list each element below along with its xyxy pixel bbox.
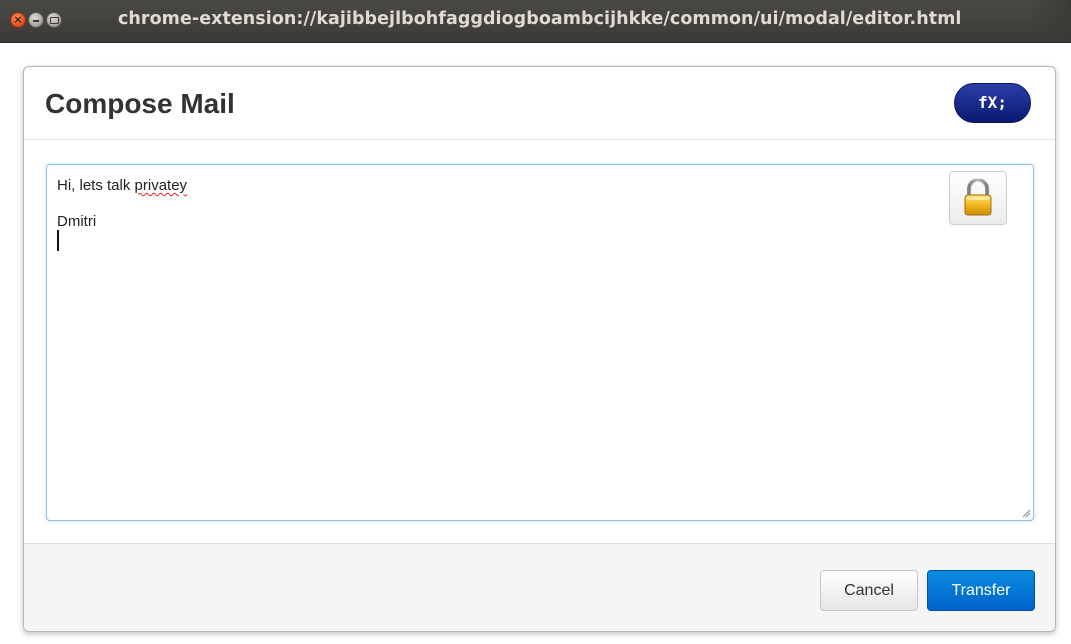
modal-footer: Cancel Transfer [24,543,1055,631]
window-maximize-button[interactable] [46,12,62,28]
modal-title: Compose Mail [45,88,235,119]
editor-line-1: Hi, lets talk privatey [57,177,187,195]
editor-line-3: Dmitri [57,213,97,230]
text-caret [57,230,59,251]
encrypt-lock-button[interactable] [949,171,1007,225]
editor-line-1-prefix: Hi, lets talk [57,177,135,194]
resize-grip-icon[interactable] [1021,508,1031,518]
minimize-icon [33,20,39,22]
message-editor[interactable]: Hi, lets talk privatey Dmitri [46,164,1034,521]
editor-line-4 [57,230,187,251]
transfer-button[interactable]: Transfer [927,570,1035,611]
compose-modal: Compose Mail fX; Hi, lets talk privatey … [23,66,1056,632]
maximize-icon [50,17,59,24]
editor-content[interactable]: Hi, lets talk privatey Dmitri [57,177,187,251]
window-titlebar: × chrome-extension://kajibbejlbohfaggdio… [0,0,1071,43]
window-close-button[interactable]: × [10,12,26,28]
fx-badge-button[interactable]: fX; [954,83,1031,123]
window-minimize-button[interactable] [28,12,44,28]
misspelled-word[interactable]: privatey [135,177,188,194]
close-icon: × [13,13,23,26]
modal-header: Compose Mail fX; [24,67,1055,140]
editor-line-2 [57,195,187,213]
cancel-button[interactable]: Cancel [820,570,918,611]
title-fade [1031,0,1071,42]
window-title: chrome-extension://kajibbejlbohfaggdiogb… [118,9,962,29]
lock-icon [964,178,992,216]
